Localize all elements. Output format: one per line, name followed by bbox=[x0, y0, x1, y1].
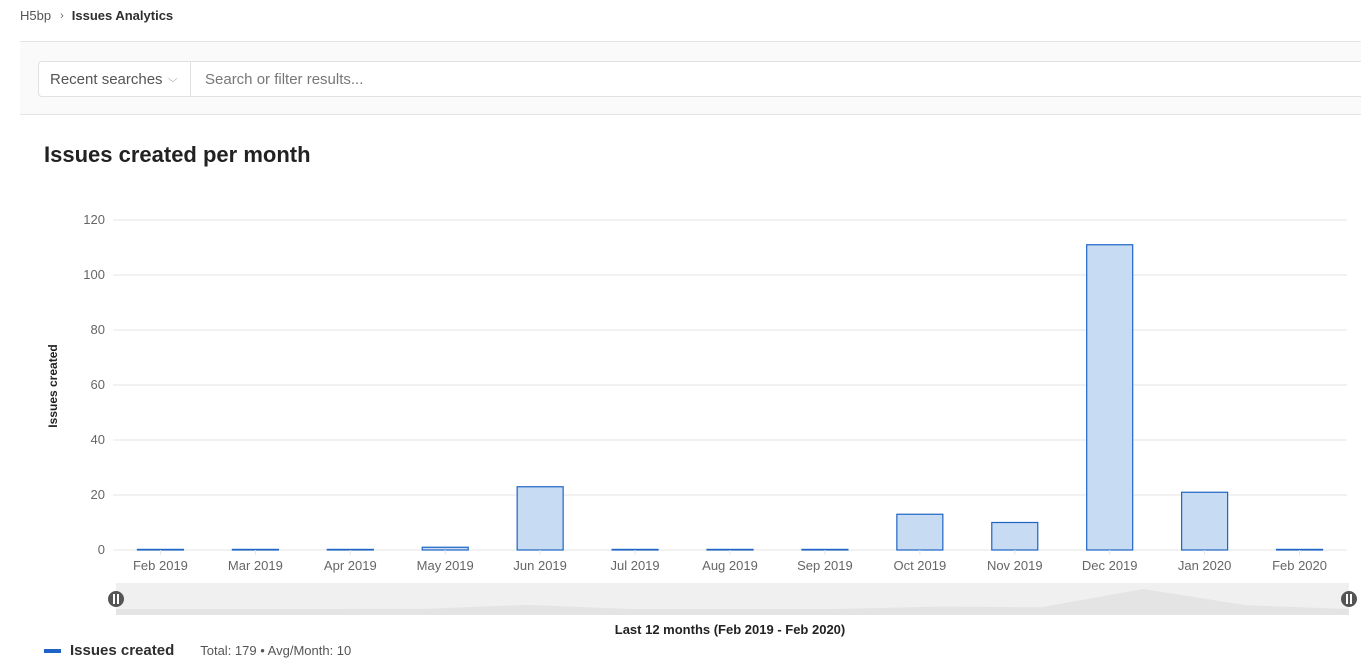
legend-series-name[interactable]: Issues created bbox=[70, 642, 174, 659]
x-tick-label: Apr 2019 bbox=[324, 558, 377, 573]
x-tick-label: Feb 2019 bbox=[133, 558, 188, 573]
grid-lines bbox=[113, 219, 1347, 551]
bar[interactable] bbox=[1086, 244, 1134, 551]
x-tick-label: Jul 2019 bbox=[610, 558, 659, 573]
y-tick-label: 20 bbox=[91, 487, 105, 502]
y-tick-label: 80 bbox=[91, 322, 105, 337]
bar[interactable] bbox=[706, 548, 754, 551]
y-axis-label: Issues created bbox=[46, 344, 60, 427]
bar[interactable] bbox=[611, 548, 659, 551]
y-tick-label: 120 bbox=[83, 212, 105, 227]
y-tick-label: 100 bbox=[83, 267, 105, 282]
x-axis-ticks: Feb 2019 Mar 2019 Apr 2019 May 2019 Jun 2019… bbox=[133, 550, 1327, 573]
x-tick-label: Mar 2019 bbox=[228, 558, 283, 573]
x-tick-label: Aug 2019 bbox=[702, 558, 758, 573]
x-tick-label: Sep 2019 bbox=[797, 558, 853, 573]
y-tick-label: 40 bbox=[91, 432, 105, 447]
y-axis-ticks: 0 20 40 60 80 100 120 bbox=[83, 212, 105, 557]
bar[interactable] bbox=[991, 521, 1039, 551]
slider-handle-start[interactable] bbox=[108, 591, 124, 607]
bar[interactable] bbox=[1181, 491, 1229, 551]
legend: Issues created Total: 179 • Avg/Month: 1… bbox=[44, 642, 351, 659]
bar[interactable] bbox=[516, 486, 564, 551]
x-tick-label: Oct 2019 bbox=[893, 558, 946, 573]
bars bbox=[136, 244, 1324, 551]
x-tick-label: May 2019 bbox=[417, 558, 474, 573]
x-tick-label: Jan 2020 bbox=[1178, 558, 1232, 573]
x-tick-label: Dec 2019 bbox=[1082, 558, 1138, 573]
bar[interactable] bbox=[421, 546, 469, 551]
y-tick-label: 0 bbox=[98, 542, 105, 557]
bar-chart: 0 20 40 60 80 100 120 Issues created Feb 2019 M… bbox=[46, 212, 1357, 637]
bar[interactable] bbox=[326, 548, 374, 551]
bar[interactable] bbox=[136, 548, 185, 551]
x-tick-label: Jun 2019 bbox=[513, 558, 567, 573]
legend-swatch bbox=[44, 648, 61, 653]
bar[interactable] bbox=[231, 548, 279, 551]
x-axis-label: Last 12 months (Feb 2019 - Feb 2020) bbox=[615, 622, 845, 637]
bar[interactable] bbox=[1275, 548, 1324, 551]
y-tick-label: 60 bbox=[91, 377, 105, 392]
x-tick-label: Nov 2019 bbox=[987, 558, 1043, 573]
zoom-slider bbox=[108, 583, 1357, 615]
legend-stats: Total: 179 • Avg/Month: 10 bbox=[200, 643, 352, 658]
slider-handle-end[interactable] bbox=[1341, 591, 1357, 607]
bar[interactable] bbox=[896, 513, 944, 551]
x-tick-label: Feb 2020 bbox=[1272, 558, 1327, 573]
bar[interactable] bbox=[801, 548, 849, 551]
